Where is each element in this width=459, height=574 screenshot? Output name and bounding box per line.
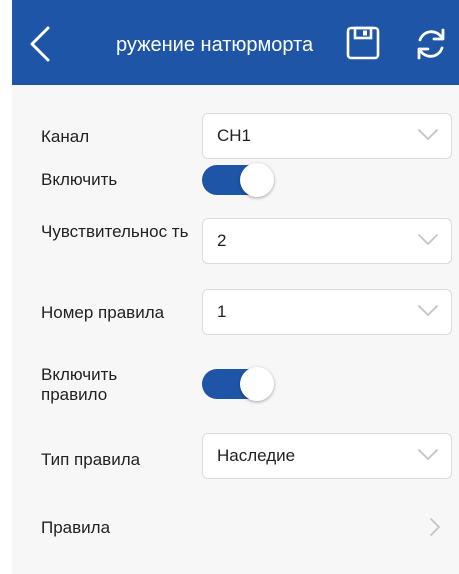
channel-select[interactable]: CH1: [202, 113, 452, 159]
rules-label: Правила: [41, 518, 111, 537]
enable-toggle[interactable]: [202, 163, 274, 197]
enable-label: Включить: [41, 170, 118, 189]
enable-rule-label: Включить правило: [41, 365, 118, 404]
refresh-button[interactable]: [412, 26, 450, 62]
sensitivity-row: Чувствительнос ть 2: [12, 215, 459, 275]
sensitivity-label: Чувствительнос ть: [41, 222, 189, 241]
rule-number-label: Номер правила: [41, 303, 165, 322]
rule-number-select[interactable]: 1: [202, 289, 452, 335]
sensitivity-value: 2: [217, 231, 227, 250]
chevron-right-icon: [430, 518, 440, 536]
chevron-left-icon: [30, 26, 50, 62]
back-button[interactable]: [26, 24, 54, 64]
app-screen: ружение натюрморта Канал CH1 Включить Чу…: [0, 0, 459, 574]
rule-type-label: Тип правила: [41, 450, 141, 469]
save-icon: [346, 26, 380, 60]
rule-type-row: Тип правила Наследие: [12, 430, 459, 490]
top-bar: ружение натюрморта: [12, 0, 459, 85]
screen-edge: [0, 0, 12, 574]
save-button[interactable]: [346, 26, 380, 60]
rule-number-row: Номер правила 1: [12, 285, 459, 345]
chevron-down-icon: [418, 129, 438, 140]
channel-label: Канал: [41, 127, 90, 146]
chevron-down-icon: [418, 449, 438, 460]
page-title-text: ружение натюрморта: [116, 34, 314, 56]
enable-row: Включить: [12, 155, 459, 205]
rules-link[interactable]: Правила: [12, 497, 459, 553]
rule-number-value: 1: [217, 302, 227, 321]
rule-type-value: Наследие: [217, 446, 296, 465]
toggle-knob: [240, 367, 274, 401]
enable-rule-row: Включить правило: [12, 360, 459, 420]
enable-rule-toggle[interactable]: [202, 367, 274, 401]
chevron-down-icon: [418, 305, 438, 316]
rule-type-select[interactable]: Наследие: [202, 433, 452, 479]
refresh-icon: [417, 28, 445, 60]
channel-value: CH1: [217, 126, 252, 145]
chevron-down-icon: [418, 234, 438, 245]
sensitivity-select[interactable]: 2: [202, 218, 452, 264]
page-title: ружение натюрморта: [116, 30, 352, 60]
settings-form: Канал CH1 Включить Чувствительнос ть 2 Н…: [12, 85, 459, 574]
toggle-knob: [240, 163, 274, 197]
